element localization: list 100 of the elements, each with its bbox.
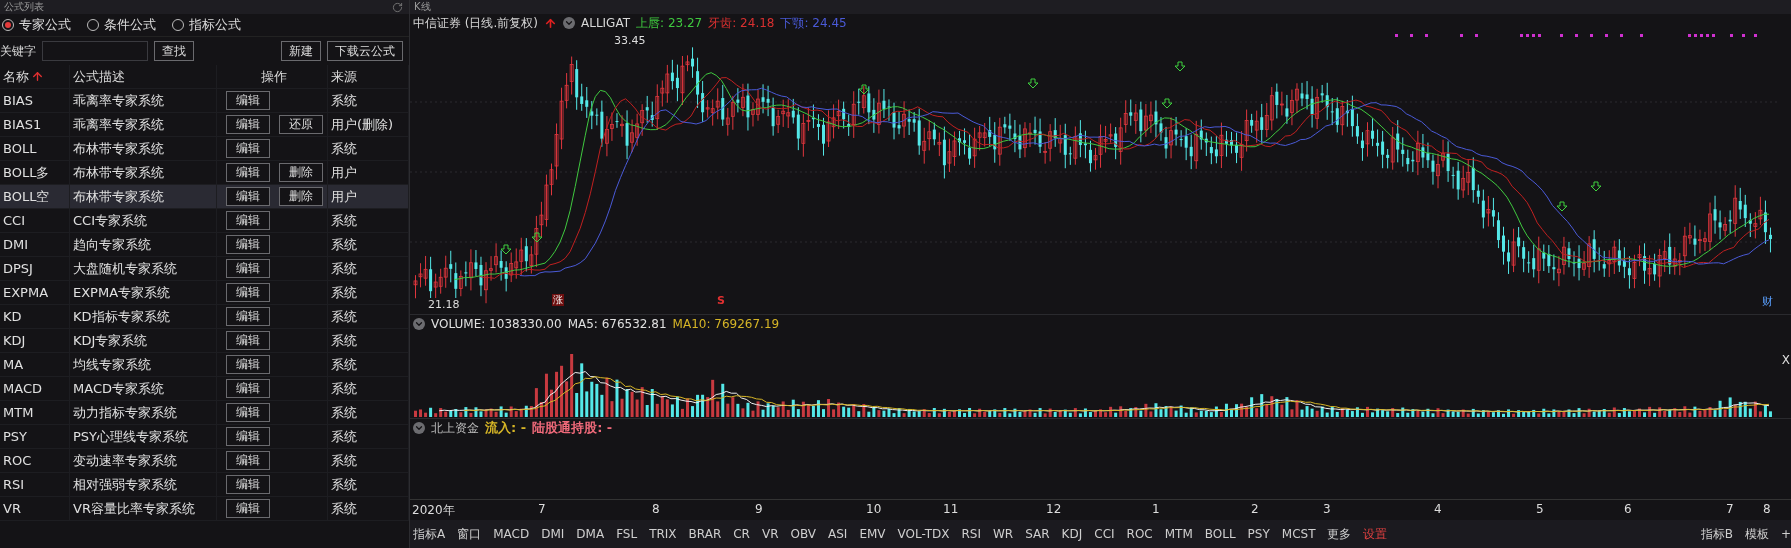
indicator-tab[interactable]: KDJ xyxy=(1061,527,1083,541)
description-cell: 布林带专家系统 xyxy=(70,161,217,184)
table-row[interactable]: BIAS 乖离率专家系统 编辑 系统 xyxy=(0,89,409,113)
action-button[interactable]: 编辑 xyxy=(226,403,270,422)
table-row[interactable]: DMI 趋向专家系统 编辑 系统 xyxy=(0,233,409,257)
table-row[interactable]: RSI 相对强弱专家系统 编辑 系统 xyxy=(0,473,409,497)
right-tab[interactable]: 模板 xyxy=(1744,525,1769,543)
action-button[interactable]: 编辑 xyxy=(226,427,270,446)
indicator-tab[interactable]: WR xyxy=(993,527,1014,541)
table-row[interactable]: PSY PSY心理线专家系统 编辑 系统 xyxy=(0,425,409,449)
table-row[interactable]: BIAS1 乖离率专家系统 编辑 还原 用户(删除) xyxy=(0,113,409,137)
description-cell: 均线专家系统 xyxy=(70,353,217,376)
indicator-tab[interactable]: 指标A xyxy=(413,525,446,543)
indicator-tab[interactable]: 设置 xyxy=(1363,525,1388,543)
indicator-tab[interactable]: TRIX xyxy=(649,527,677,541)
action-button[interactable]: 编辑 xyxy=(226,499,270,518)
indicator-tab[interactable]: BRAR xyxy=(688,527,722,541)
indicator-tab[interactable]: ASI xyxy=(828,527,848,541)
action-button[interactable]: 编辑 xyxy=(226,163,270,182)
indicator-tab[interactable]: MTM xyxy=(1164,527,1193,541)
indicator-tab[interactable]: MCST xyxy=(1281,527,1316,541)
description-cell: 变动速率专家系统 xyxy=(70,449,217,472)
low-price-label: 21.18 xyxy=(428,298,460,311)
date-axis-label: 9 xyxy=(755,502,763,516)
indicator-tab[interactable]: FSL xyxy=(616,527,638,541)
action-button[interactable]: 删除 xyxy=(279,187,323,206)
source-cell: 系统 xyxy=(328,473,409,496)
radio-label: 专家公式 xyxy=(19,16,71,34)
panel-title: 公式列表 xyxy=(4,2,44,12)
name-cell: BOLL多 xyxy=(0,161,70,184)
action-button[interactable]: 编辑 xyxy=(226,211,270,230)
action-button[interactable]: 编辑 xyxy=(226,139,270,158)
column-header[interactable]: 名称 xyxy=(0,65,70,88)
column-header[interactable]: 操作 xyxy=(217,65,328,88)
source-cell: 系统 xyxy=(328,209,409,232)
date-axis-label: 4 xyxy=(1434,502,1442,516)
action-button[interactable]: 编辑 xyxy=(226,451,270,470)
indicator-tab[interactable]: OBV xyxy=(790,527,817,541)
stock-name: 中信证券 (日线.前复权) xyxy=(413,14,538,32)
high-price-label: 33.45 xyxy=(614,34,646,47)
action-button[interactable]: 编辑 xyxy=(226,379,270,398)
table-row[interactable]: BOLL空 布林带专家系统 编辑 删除 用户 xyxy=(0,185,409,209)
description-cell: 动力指标专家系统 xyxy=(70,401,217,424)
action-button[interactable]: 编辑 xyxy=(226,115,270,134)
source-cell: 用户 xyxy=(328,185,409,208)
action-button[interactable]: 还原 xyxy=(279,115,323,134)
indicator-tab[interactable]: CR xyxy=(733,527,750,541)
action-button[interactable]: 编辑 xyxy=(226,475,270,494)
right-tab[interactable]: + xyxy=(1780,527,1791,541)
action-button[interactable]: 编辑 xyxy=(226,259,270,278)
column-header[interactable]: 来源 xyxy=(328,65,409,88)
formula-type-radio[interactable]: 条件公式 xyxy=(87,16,156,34)
right-tab[interactable]: 指标B xyxy=(1700,525,1733,543)
table-row[interactable]: MA 均线专家系统 编辑 系统 xyxy=(0,353,409,377)
indicator-tab[interactable]: RSI xyxy=(961,527,981,541)
table-row[interactable]: VR VR容量比率专家系统 编辑 系统 xyxy=(0,497,409,521)
table-row[interactable]: DPSJ 大盘随机专家系统 编辑 系统 xyxy=(0,257,409,281)
action-button[interactable]: 编辑 xyxy=(226,355,270,374)
finance-marker: 财 xyxy=(1762,294,1773,309)
action-button[interactable]: 编辑 xyxy=(226,307,270,326)
indicator-tab[interactable]: DMA xyxy=(576,527,605,541)
action-button[interactable]: 编辑 xyxy=(226,283,270,302)
formula-type-radio[interactable]: 指标公式 xyxy=(172,16,241,34)
column-header[interactable]: 公式描述 xyxy=(70,65,217,88)
close-label[interactable]: X xyxy=(1781,353,1790,367)
new-button[interactable]: 新建 xyxy=(281,41,321,61)
date-axis-label: 8 xyxy=(652,502,660,516)
search-button[interactable]: 查找 xyxy=(154,41,194,61)
action-button[interactable]: 编辑 xyxy=(226,331,270,350)
indicator-tab[interactable]: 窗口 xyxy=(457,525,482,543)
description-cell: 布林带专家系统 xyxy=(70,137,217,160)
table-row[interactable]: MACD MACD专家系统 编辑 系统 xyxy=(0,377,409,401)
formula-type-radio[interactable]: 专家公式 xyxy=(2,16,71,34)
indicator-tab[interactable]: BOLL xyxy=(1204,527,1236,541)
table-row[interactable]: EXPMA EXPMA专家系统 编辑 系统 xyxy=(0,281,409,305)
indicator-tab[interactable]: 更多 xyxy=(1327,525,1352,543)
table-row[interactable]: KDJ KDJ专家系统 编辑 系统 xyxy=(0,329,409,353)
indicator-tab[interactable]: ROC xyxy=(1126,527,1153,541)
table-row[interactable]: ROC 变动速率专家系统 编辑 系统 xyxy=(0,449,409,473)
table-row[interactable]: KD KD指标专家系统 编辑 系统 xyxy=(0,305,409,329)
table-row[interactable]: BOLL 布林带专家系统 编辑 系统 xyxy=(0,137,409,161)
indicator-tab[interactable]: VR xyxy=(761,527,779,541)
indicator-tab[interactable]: DMI xyxy=(541,527,565,541)
action-button[interactable]: 编辑 xyxy=(226,187,270,206)
action-button[interactable]: 编辑 xyxy=(226,235,270,254)
action-button[interactable]: 编辑 xyxy=(226,91,270,110)
description-cell: MACD专家系统 xyxy=(70,377,217,400)
indicator-tab[interactable]: EMV xyxy=(859,527,886,541)
indicator-tab[interactable]: CCI xyxy=(1094,527,1115,541)
indicator-tab[interactable]: SAR xyxy=(1025,527,1050,541)
source-cell: 系统 xyxy=(328,353,409,376)
table-row[interactable]: MTM 动力指标专家系统 编辑 系统 xyxy=(0,401,409,425)
indicator-tab[interactable]: VOL-TDX xyxy=(897,527,950,541)
download-button[interactable]: 下载云公式 xyxy=(327,41,403,61)
table-row[interactable]: CCI CCI专家系统 编辑 系统 xyxy=(0,209,409,233)
indicator-tab[interactable]: PSY xyxy=(1247,527,1270,541)
indicator-tab[interactable]: MACD xyxy=(493,527,530,541)
source-cell: 用户 xyxy=(328,161,409,184)
description-cell: 趋向专家系统 xyxy=(70,233,217,256)
action-button[interactable]: 删除 xyxy=(279,163,323,182)
